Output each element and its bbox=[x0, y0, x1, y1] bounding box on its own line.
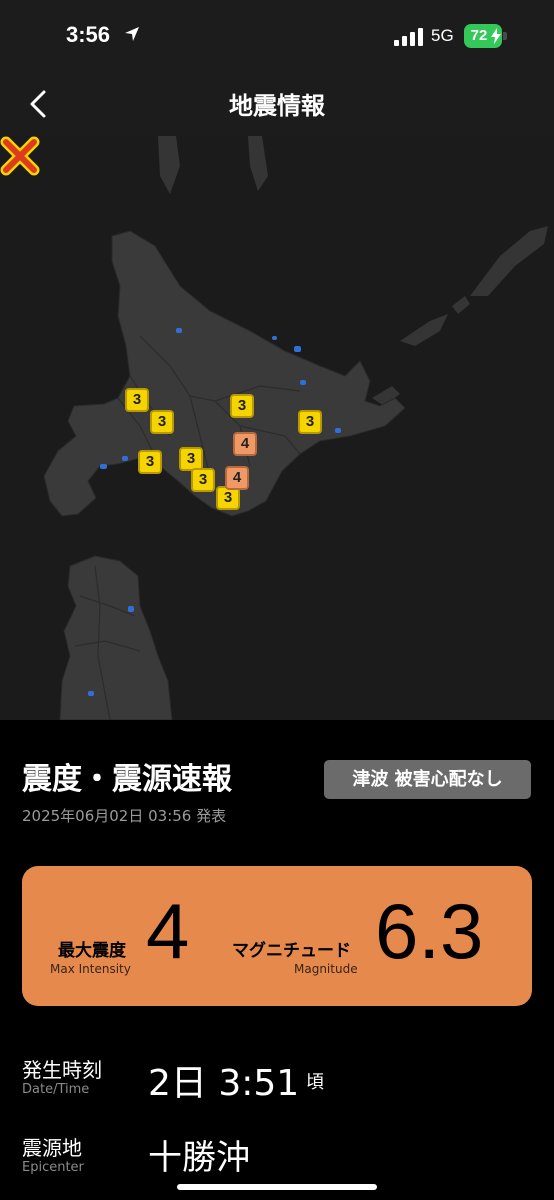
intensity-marker[interactable]: 3 bbox=[230, 394, 254, 418]
intensity-marker[interactable]: 3 bbox=[298, 410, 322, 434]
datetime-label: 発生時刻 bbox=[22, 1058, 102, 1082]
epicenter-label-en: Epicenter bbox=[22, 1160, 84, 1175]
battery-charging-icon: 72 bbox=[464, 24, 508, 48]
intensity-marker[interactable]: 4 bbox=[225, 466, 249, 490]
issued-time: 2025年06月02日 03:56 発表 bbox=[22, 807, 227, 825]
battery-level: 72 bbox=[470, 27, 488, 44]
report-title: 震度・震源速報 bbox=[22, 762, 232, 797]
intensity-marker[interactable]: 4 bbox=[233, 432, 257, 456]
magnitude-label: マグニチュード bbox=[232, 941, 351, 961]
magnitude-value: 6.3 bbox=[375, 887, 484, 975]
info-panel: 震度・震源速報 津波 被害心配なし 2025年06月02日 03:56 発表 最… bbox=[0, 720, 554, 1200]
status-time: 3:56 bbox=[66, 22, 111, 47]
epicenter-value: 十勝沖 bbox=[148, 1138, 250, 1178]
intensity-marker[interactable]: 3 bbox=[138, 450, 162, 474]
status-bar: 3:56 5G 72 bbox=[0, 0, 554, 72]
datetime-value: 2日 3:51 bbox=[148, 1063, 300, 1104]
earthquake-map[interactable]: 3 3 3 3 3 3 3 3 4 4 bbox=[0, 136, 554, 720]
signal-bars-icon bbox=[394, 28, 423, 46]
magnitude-label-en: Magnitude bbox=[294, 962, 358, 976]
page-title: 地震情報 bbox=[229, 92, 325, 120]
max-intensity-label: 最大震度 bbox=[58, 941, 126, 961]
intensity-marker[interactable]: 3 bbox=[125, 388, 149, 412]
max-intensity-value: 4 bbox=[146, 887, 190, 975]
network-type: 5G bbox=[431, 26, 454, 45]
datetime-label-en: Date/Time bbox=[22, 1082, 90, 1097]
epicenter-label: 震源地 bbox=[22, 1136, 82, 1160]
datetime-suffix: 頃 bbox=[306, 1072, 324, 1093]
intensity-marker[interactable]: 3 bbox=[191, 468, 215, 492]
intensity-marker[interactable]: 3 bbox=[150, 410, 174, 434]
tsunami-badge: 津波 被害心配なし bbox=[324, 760, 531, 799]
summary-card: 最大震度 Max Intensity 4 マグニチュード Magnitude 6… bbox=[22, 866, 532, 1006]
x-mark-icon[interactable] bbox=[0, 136, 40, 176]
location-arrow-icon bbox=[125, 27, 139, 41]
bolt-icon bbox=[491, 28, 501, 44]
max-intensity-label-en: Max Intensity bbox=[50, 962, 131, 976]
home-indicator[interactable] bbox=[177, 1184, 377, 1190]
map-land bbox=[43, 136, 548, 720]
nav-bar: 地震情報 bbox=[0, 72, 554, 136]
